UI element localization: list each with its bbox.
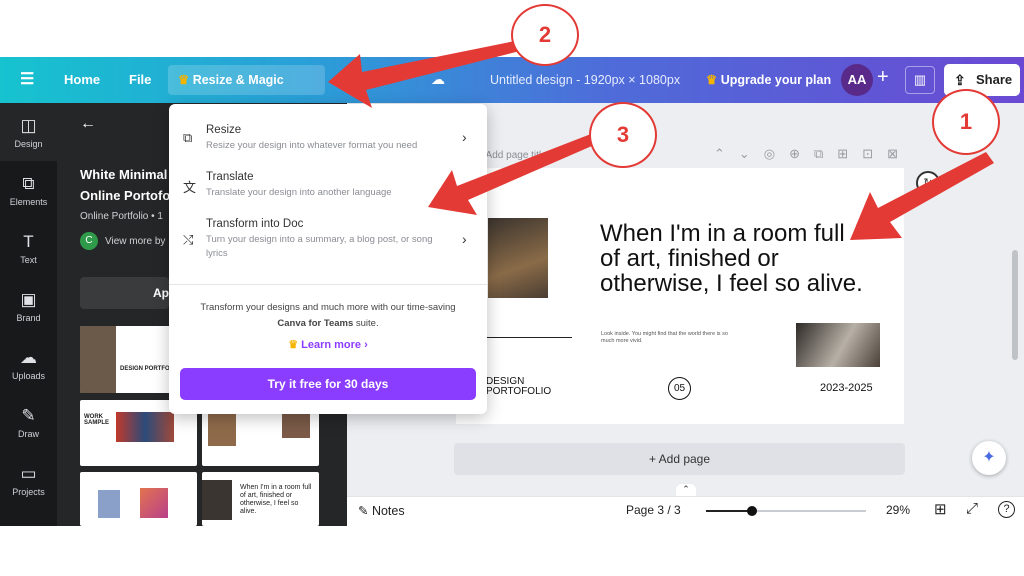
annotation-arrows: [328, 40, 994, 240]
annotation-2: 2: [511, 4, 579, 66]
arrow-3: [428, 132, 601, 215]
annotation-1: 1: [932, 89, 1000, 155]
arrow-2: [328, 40, 524, 108]
arrow-1: [850, 152, 994, 240]
annotation-3: 3: [589, 102, 657, 168]
